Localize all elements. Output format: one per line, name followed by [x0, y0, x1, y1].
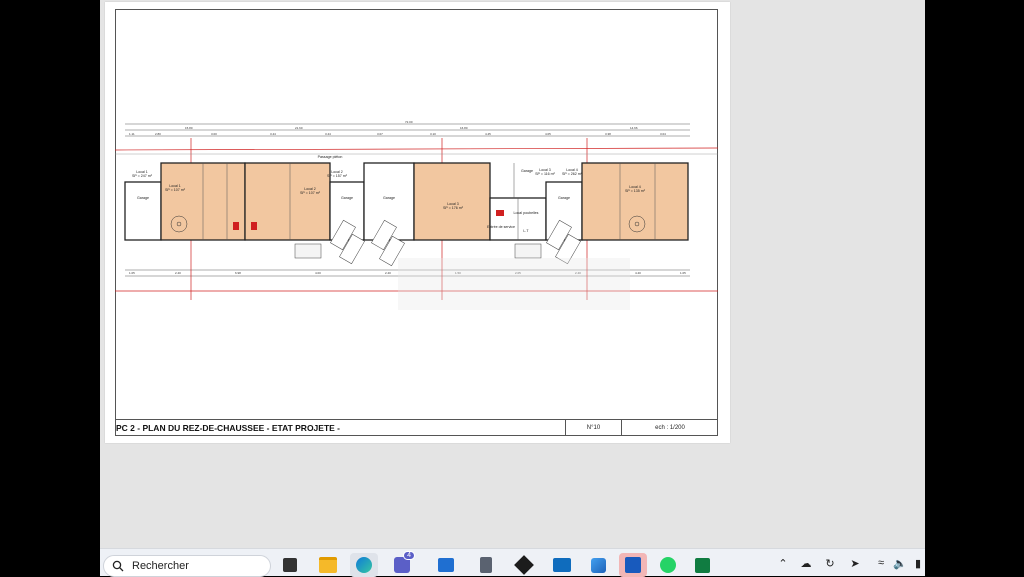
svg-text:Garage: Garage	[341, 196, 353, 200]
store-icon[interactable]	[432, 553, 460, 577]
sync-icon[interactable]: ↻	[822, 555, 838, 571]
svg-text:21.60: 21.60	[295, 126, 303, 130]
taskbar: Rechercher 4 ⌃ ☁ ↻ ➤ ≈ 🔈 ▮	[100, 548, 926, 577]
file-explorer-icon[interactable]	[314, 553, 342, 577]
svg-text:Garage: Garage	[558, 196, 570, 200]
taskbar-search[interactable]: Rechercher	[103, 555, 271, 577]
svg-text:2.40: 2.40	[175, 271, 181, 275]
svg-text:SP = 116 m²: SP = 116 m²	[535, 172, 556, 176]
teams-badge: 4	[403, 551, 415, 560]
send-icon[interactable]: ➤	[847, 555, 863, 571]
svg-text:SP = 247 m²: SP = 247 m²	[132, 174, 153, 178]
svg-text:SP = 176 m²: SP = 176 m²	[443, 206, 464, 210]
drawing-title: PC 2 - PLAN DU REZ-DE-CHAUSSEE - ETAT PR…	[115, 419, 565, 436]
svg-text:Local poubelles: Local poubelles	[514, 211, 539, 215]
svg-text:3.44: 3.44	[325, 132, 331, 136]
word-icon[interactable]	[619, 553, 647, 577]
floor-plan-drawing: 72.00 15.80 21.60 16.80 14.66 1.11 2.80 3.00 3…	[115, 120, 718, 310]
svg-text:3.04: 3.04	[660, 132, 666, 136]
svg-text:SP = 262 m²: SP = 262 m²	[562, 172, 583, 176]
passage-label: Passage piéton	[318, 155, 343, 159]
svg-text:SP = 107 m²: SP = 107 m²	[300, 191, 321, 195]
svg-text:3.10: 3.10	[430, 132, 436, 136]
svg-text:SP = 157 m²: SP = 157 m²	[327, 174, 348, 178]
svg-text:3.44: 3.44	[270, 132, 276, 136]
svg-text:1.11: 1.11	[129, 132, 135, 136]
screen-edge	[925, 0, 1024, 576]
battery-icon[interactable]: ▮	[910, 555, 926, 571]
svg-text:Garage: Garage	[137, 196, 149, 200]
title-block: PC 2 - PLAN DU REZ-DE-CHAUSSEE - ETAT PR…	[115, 419, 718, 436]
svg-text:1.05: 1.05	[680, 271, 686, 275]
outlook-icon[interactable]	[548, 553, 576, 577]
svg-text:SP = 135 m²: SP = 135 m²	[625, 189, 646, 193]
svg-text:Garage: Garage	[383, 196, 395, 200]
edge-icon[interactable]	[350, 553, 378, 577]
search-placeholder: Rechercher	[132, 560, 189, 572]
svg-text:2.40: 2.40	[385, 271, 391, 275]
svg-text:4.45: 4.45	[485, 132, 491, 136]
photos-icon[interactable]	[584, 553, 612, 577]
calculator-icon[interactable]	[472, 553, 500, 577]
app-icon[interactable]	[510, 553, 538, 577]
svg-text:Entrée de service: Entrée de service	[487, 225, 515, 229]
svg-text:4.40: 4.40	[635, 271, 641, 275]
search-icon	[112, 560, 124, 572]
svg-text:3.00: 3.00	[211, 132, 217, 136]
svg-text:15.80: 15.80	[185, 126, 193, 130]
svg-text:1.05: 1.05	[129, 271, 135, 275]
whatsapp-icon[interactable]	[654, 553, 682, 577]
svg-text:72.00: 72.00	[405, 120, 413, 124]
chevron-up-icon[interactable]: ⌃	[775, 555, 791, 571]
excel-icon[interactable]	[688, 553, 716, 577]
widget-icon[interactable]	[276, 553, 304, 577]
svg-text:4.00: 4.00	[315, 271, 321, 275]
sheet-number: N°10	[565, 419, 621, 436]
cloud-icon[interactable]: ☁	[798, 555, 814, 571]
teams-icon[interactable]: 4	[388, 551, 416, 577]
volume-icon[interactable]: 🔈	[892, 555, 908, 571]
svg-text:3.38: 3.38	[605, 132, 611, 136]
drawing-scale: ech : 1/200	[621, 419, 718, 436]
svg-text:2.80: 2.80	[155, 132, 161, 136]
wifi-icon[interactable]: ≈	[873, 555, 889, 571]
svg-text:3.07: 3.07	[377, 132, 383, 136]
svg-text:SP = 107 m²: SP = 107 m²	[165, 188, 186, 192]
svg-text:14.66: 14.66	[630, 126, 638, 130]
svg-text:L.T: L.T	[523, 229, 529, 233]
svg-text:4.05: 4.05	[545, 132, 551, 136]
svg-text:16.80: 16.80	[460, 126, 468, 130]
svg-text:Garage: Garage	[521, 169, 533, 173]
svg-text:6.98: 6.98	[235, 271, 241, 275]
